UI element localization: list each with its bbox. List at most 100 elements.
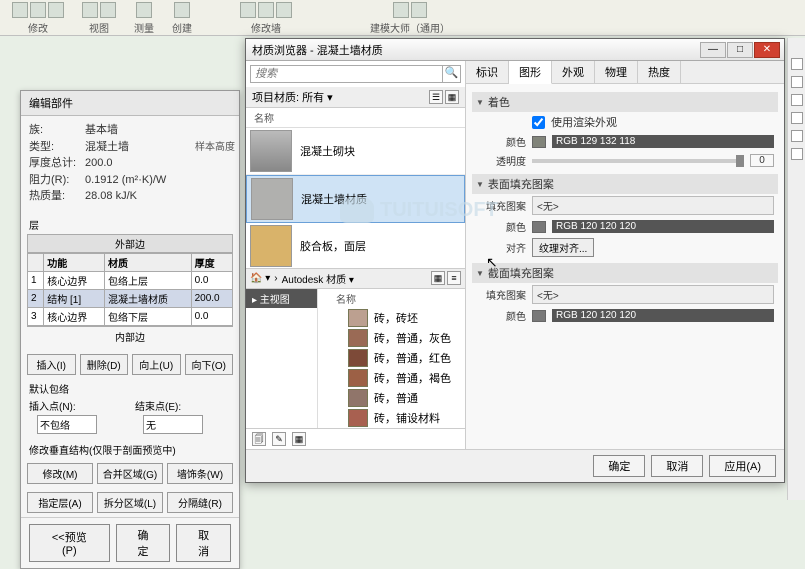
cut-fill-value[interactable]: <无> [532, 285, 774, 304]
ribbon-group: 修改墙 [234, 2, 298, 35]
ribbon-icon[interactable] [136, 2, 152, 18]
library-crumb[interactable]: Autodesk 材质 ▾ [282, 271, 354, 286]
view-grid-icon[interactable]: ▦ [445, 90, 459, 104]
dock-icon[interactable] [791, 112, 803, 124]
ribbon-group: 修改 [6, 2, 70, 35]
ribbon-icon[interactable] [12, 2, 28, 18]
library-item[interactable]: 砖，普通 [318, 388, 465, 408]
material-item[interactable]: 混凝土墙材质 [246, 175, 465, 223]
ribbon-group: 视图 [76, 2, 122, 35]
cut-pattern-header[interactable]: 截面填充图案 [472, 263, 778, 283]
sweep-button[interactable]: 墙饰条(W) [167, 463, 233, 484]
lib-list-icon[interactable]: ≡ [447, 271, 461, 285]
ok-button[interactable]: 确定 [116, 524, 171, 562]
tab-thermal[interactable]: 热度 [638, 61, 681, 83]
layers-label: 层 [27, 215, 233, 234]
minimize-button[interactable]: — [700, 42, 726, 58]
material-swatch [348, 329, 368, 347]
assign-button[interactable]: 指定层(A) [27, 492, 93, 513]
material-swatch [348, 349, 368, 367]
ribbon-icon[interactable] [100, 2, 116, 18]
maximize-button[interactable]: □ [727, 42, 753, 58]
search-input[interactable] [250, 65, 443, 83]
ribbon-icon[interactable] [48, 2, 64, 18]
library-material-list: 砖，砖坯 砖，普通，灰色 砖，普通，红色 砖，普通，褐色 砖，普通 砖，铺设材料… [318, 308, 465, 429]
edit-assembly-panel: 编辑部件 样本高度 族:基本墙 类型:混凝土墙 厚度总计:200.0 阻力(R)… [20, 90, 240, 569]
close-button[interactable]: ✕ [754, 42, 780, 58]
sample-height-label: 样本高度 [195, 140, 235, 155]
library-item[interactable]: 砖，普通，灰色 [318, 328, 465, 348]
tab-graphics[interactable]: 图形 [509, 61, 552, 84]
surface-color-value[interactable]: RGB 120 120 120 [552, 220, 774, 233]
library-item[interactable]: 砖，普通，红色 [318, 348, 465, 368]
ribbon-icon[interactable] [258, 2, 274, 18]
library-tree-item[interactable]: ▸ 主视图 [246, 289, 317, 308]
surface-fill-value[interactable]: <无> [532, 196, 774, 215]
down-button[interactable]: 向下(O) [185, 354, 234, 375]
color-value[interactable]: RGB 129 132 118 [552, 135, 774, 148]
reveal-button[interactable]: 分隔缝(R) [167, 492, 233, 513]
ribbon-icon[interactable] [393, 2, 409, 18]
use-render-checkbox[interactable] [532, 116, 545, 129]
split-button[interactable]: 拆分区域(L) [97, 492, 163, 513]
library-item[interactable]: 砖，铺设材料 [318, 408, 465, 428]
delete-button[interactable]: 删除(D) [80, 354, 129, 375]
transparency-slider[interactable] [532, 159, 744, 163]
shading-header[interactable]: ▾ 着色着色 [472, 92, 778, 112]
end-point-combo[interactable]: 无 [143, 415, 203, 434]
table-row[interactable]: 2结构 [1]混凝土墙材质200.0 [28, 289, 233, 307]
dock-icon[interactable] [791, 76, 803, 88]
delete-mat-icon[interactable]: ▦ [292, 432, 306, 446]
tab-physical[interactable]: 物理 [595, 61, 638, 83]
lib-view-icon[interactable]: ▦ [431, 271, 445, 285]
dock-icon[interactable] [791, 94, 803, 106]
panel-title: 编辑部件 [21, 91, 239, 116]
apply-button[interactable]: 应用(A) [709, 455, 776, 477]
wrap-label: 默认包络 [21, 379, 239, 398]
insert-point-combo[interactable]: 不包络 [37, 415, 97, 434]
ribbon-icon[interactable] [82, 2, 98, 18]
dialog-title: 材质浏览器 - 混凝土墙材质 [250, 42, 699, 58]
color-swatch[interactable] [532, 136, 546, 148]
texture-align-button[interactable]: 纹理对齐... [532, 238, 594, 257]
up-button[interactable]: 向上(U) [132, 354, 181, 375]
preview-button[interactable]: <<预览(P) [29, 524, 110, 562]
tab-appearance[interactable]: 外观 [552, 61, 595, 83]
cancel-button[interactable]: 取消 [651, 455, 703, 477]
home-icon[interactable]: 🏠 ▾ [250, 273, 270, 284]
modify-button[interactable]: 修改(M) [27, 463, 93, 484]
project-materials-label[interactable]: 项目材质: 所有 ▾ [252, 89, 333, 105]
cancel-button[interactable]: 取消 [176, 524, 231, 562]
ribbon-icon[interactable] [174, 2, 190, 18]
merge-button[interactable]: 合并区域(G) [97, 463, 163, 484]
new-material-icon[interactable]: 🗐 [252, 432, 266, 446]
insert-button[interactable]: 插入(I) [27, 354, 76, 375]
table-row[interactable]: 3核心边界包络下层0.0 [28, 307, 233, 325]
ribbon-icon[interactable] [276, 2, 292, 18]
color-swatch[interactable] [532, 221, 546, 233]
dock-icon[interactable] [791, 130, 803, 142]
material-item[interactable]: 混凝土砌块 [246, 128, 465, 175]
titlebar[interactable]: 材质浏览器 - 混凝土墙材质 — □ ✕ [246, 39, 784, 61]
library-item[interactable]: 砖，砖坯 [318, 308, 465, 328]
library-item[interactable]: 砖，普通，褐色 [318, 368, 465, 388]
duplicate-icon[interactable]: ✎ [272, 432, 286, 446]
color-swatch[interactable] [532, 310, 546, 322]
tab-identity[interactable]: 标识 [466, 61, 509, 83]
ok-button[interactable]: 确定 [593, 455, 645, 477]
view-list-icon[interactable]: ☰ [429, 90, 443, 104]
search-icon[interactable]: 🔍 [443, 65, 461, 83]
ribbon-icon[interactable] [411, 2, 427, 18]
transparency-value[interactable]: 0 [750, 154, 774, 167]
material-item[interactable]: 胶合板，面层 [246, 223, 465, 268]
table-row[interactable]: 1核心边界包络上层0.0 [28, 271, 233, 289]
dock-icon[interactable] [791, 58, 803, 70]
ribbon-icon[interactable] [30, 2, 46, 18]
ribbon-icon[interactable] [240, 2, 256, 18]
surface-pattern-header[interactable]: 表面填充图案 [472, 174, 778, 194]
cut-color-value[interactable]: RGB 120 120 120 [552, 309, 774, 322]
dock-icon[interactable] [791, 148, 803, 160]
ribbon-group: 测量 [128, 2, 160, 35]
right-dock-strip [787, 38, 805, 500]
material-swatch [251, 178, 293, 220]
